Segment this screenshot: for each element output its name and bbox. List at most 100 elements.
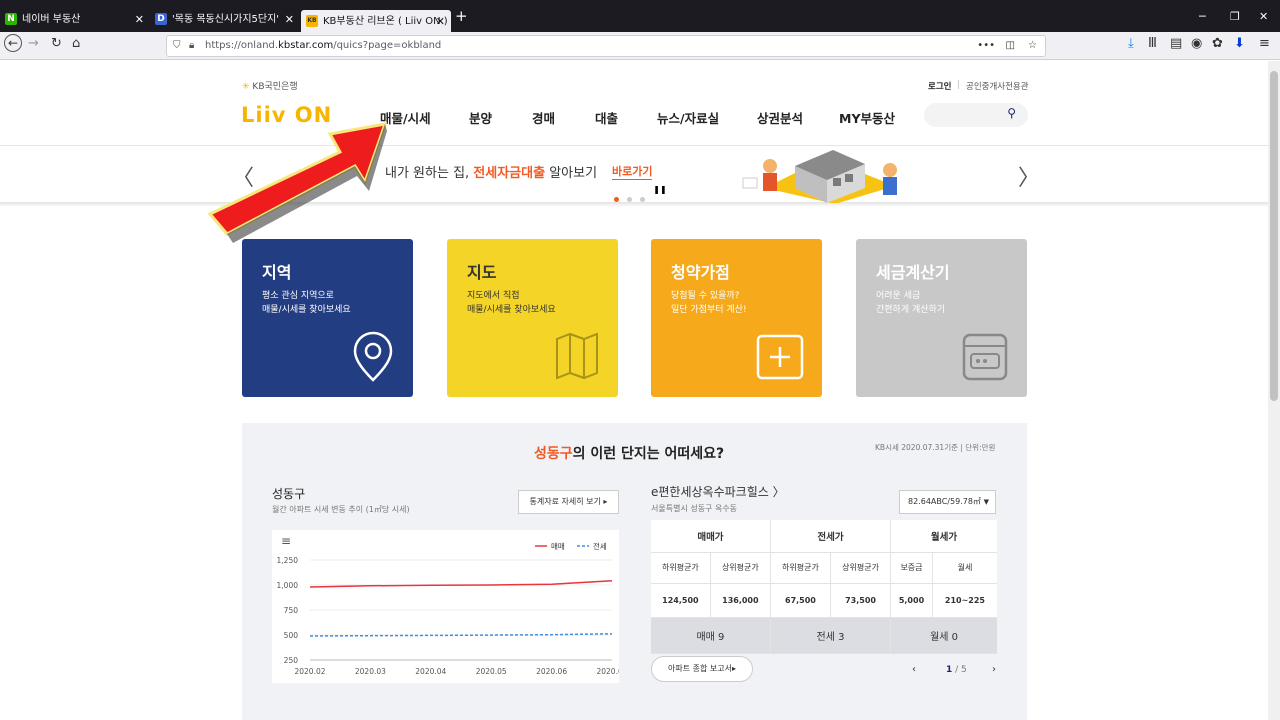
banner-link[interactable]: 바로가기 bbox=[612, 163, 653, 180]
x-tick-label: 2020.06 bbox=[536, 667, 567, 676]
close-tab-icon[interactable]: ✕ bbox=[285, 8, 294, 32]
close-tab-icon[interactable]: ✕ bbox=[135, 8, 144, 32]
chart-canvas: 250 500 750 1,000 1,250 2020.02 2020.03 2020.04… bbox=[277, 541, 619, 676]
scrollbar-thumb[interactable] bbox=[1270, 71, 1278, 401]
value-cell: 5,000 bbox=[890, 583, 933, 618]
page-scrollbar[interactable] bbox=[1268, 61, 1280, 720]
map-icon bbox=[556, 332, 598, 380]
stats-detail-button[interactable]: 통계자료 자세히 보기 ▸ bbox=[518, 490, 619, 514]
library-icon[interactable]: Ⅲ bbox=[1148, 36, 1157, 51]
account-icon[interactable]: ◉ bbox=[1191, 36, 1202, 51]
y-tick-label: 250 bbox=[284, 656, 299, 665]
subheader-cell: 하위평균가 bbox=[651, 552, 711, 584]
sidebar-icon[interactable]: ▤ bbox=[1170, 36, 1182, 51]
minimize-icon[interactable]: ─ bbox=[1199, 10, 1206, 23]
page-content: ✳ KB국민은행 Liiv ON 로그인 | 공인중개사전용관 매물/시세 분양… bbox=[0, 61, 1268, 720]
subheader-cell: 상위평균가 bbox=[830, 552, 892, 584]
d-favicon-icon: D bbox=[155, 13, 167, 25]
nav-item-loan[interactable]: 대출 bbox=[595, 108, 618, 127]
chevron-right-icon: ▸ bbox=[603, 497, 608, 506]
download-icon[interactable]: ⤓ bbox=[1128, 36, 1134, 51]
tab-kb-liivon[interactable]: KB KB부동산 리브온 ( Liiv ON ) ✕ bbox=[301, 10, 451, 32]
back-icon[interactable]: ← bbox=[4, 34, 22, 52]
card-map[interactable]: 지도 지도에서 직접 매물/시세를 찾아보세요 bbox=[447, 239, 618, 397]
login-link[interactable]: 로그인 bbox=[928, 80, 951, 92]
y-tick-label: 1,000 bbox=[277, 581, 299, 590]
x-tick-label: 2020.02 bbox=[294, 667, 325, 676]
reload-icon[interactable]: ↻ bbox=[51, 36, 62, 51]
chart-region-name: 성동구 bbox=[272, 487, 306, 501]
home-icon[interactable]: ⌂ bbox=[72, 36, 80, 51]
search-icon[interactable]: ⚲ bbox=[1007, 106, 1016, 120]
value-cell: 67,500 bbox=[770, 583, 831, 618]
complex-name-link[interactable]: e편한세상옥수파크힐스 〉 bbox=[651, 483, 785, 500]
menu-icon[interactable]: ≡ bbox=[1259, 36, 1270, 51]
url-text: https://onland.kbstar.com/quics?page=okb… bbox=[205, 40, 442, 51]
complex-address: 서울특별시 성동구 옥수동 bbox=[651, 504, 738, 513]
kb-favicon-icon: KB bbox=[306, 15, 318, 27]
nav-item-presale[interactable]: 분양 bbox=[469, 108, 492, 127]
kb-bank-logo[interactable]: ✳ KB국민은행 bbox=[242, 79, 298, 92]
card-title: 세금계산기 bbox=[876, 263, 950, 282]
new-tab-icon[interactable]: + bbox=[455, 7, 468, 25]
pagination-prev-icon[interactable]: ‹ bbox=[912, 664, 916, 675]
nav-item-auction[interactable]: 경매 bbox=[532, 108, 555, 127]
count-jeonse[interactable]: 전세 3 bbox=[770, 617, 892, 654]
nav-item-my-realestate[interactable]: MY부동산 bbox=[839, 108, 895, 127]
value-cell: 136,000 bbox=[710, 583, 771, 618]
y-tick-label: 750 bbox=[284, 606, 299, 615]
banner-next-arrow[interactable]: 〉 bbox=[1018, 160, 1040, 192]
extension-arrow-icon[interactable]: ⬇ bbox=[1234, 36, 1245, 51]
card-subscription-score[interactable]: 청약가점 당첨될 수 있을까? 일단 가점부터 계산! bbox=[651, 239, 822, 397]
value-cell: 210~225 bbox=[932, 583, 997, 618]
chevron-right-icon: 〉 bbox=[772, 485, 785, 499]
subheader-cell: 보증금 bbox=[890, 552, 933, 584]
card-tax-calculator[interactable]: 세금계산기 어려운 세금 간편하게 계산하기 bbox=[856, 239, 1027, 397]
banner-shadow bbox=[0, 203, 1268, 207]
section-title: 성동구의 이런 단지는 어떠세요? bbox=[534, 446, 725, 462]
plus-icon bbox=[756, 334, 804, 380]
chevron-right-icon: ▸ bbox=[731, 664, 736, 673]
browser-tab-bar: N 네이버 부동산 ✕ D '목동 목동신시가지5단지' 실거 ✕ KB KB부… bbox=[0, 0, 1280, 32]
x-tick-label: 2020.05 bbox=[476, 667, 507, 676]
nav-item-commercial[interactable]: 상권분석 bbox=[757, 108, 803, 127]
page-actions-icon[interactable]: ••• bbox=[977, 36, 995, 56]
card-description: 어려운 세금 간편하게 계산하기 bbox=[876, 291, 946, 315]
count-sale[interactable]: 매매 9 bbox=[651, 617, 771, 654]
card-region[interactable]: 지역 평소 관심 지역으로 매물/시세를 찾아보세요 bbox=[242, 239, 413, 397]
count-monthly[interactable]: 월세 0 bbox=[890, 617, 997, 654]
pause-icon: ❚❚ bbox=[653, 185, 667, 194]
url-bar[interactable]: ⛉ 🔒︎ https://onland.kbstar.com/quics?pag… bbox=[166, 35, 1046, 57]
forward-icon[interactable]: → bbox=[28, 36, 39, 51]
tab-mokdong[interactable]: D '목동 목동신시가지5단지' 실거 ✕ bbox=[150, 8, 300, 32]
nav-item-news[interactable]: 뉴스/자료실 bbox=[657, 108, 719, 127]
promo-banner: 〈 〉 내가 원하는 집, 전세자금대출 알아보기 바로가기 ❚❚ bbox=[0, 145, 1268, 204]
browser-nav-bar: ← → ↻ ⌂ ⛉ 🔒︎ https://onland.kbstar.com/q… bbox=[0, 32, 1280, 60]
bookmark-star-icon[interactable]: ☆ bbox=[1028, 36, 1037, 56]
price-trend-chart: ≡ 250 500 750 1,000 1,250 2020.02 2020.03 2020.… bbox=[272, 530, 619, 683]
card-description: 당첨될 수 있을까? 일단 가점부터 계산! bbox=[671, 291, 747, 315]
pocket-icon[interactable]: ◫ bbox=[1006, 36, 1015, 56]
y-tick-label: 500 bbox=[284, 631, 299, 640]
pagination: 1 / 5 bbox=[946, 665, 967, 675]
lock-icon: 🔒︎ bbox=[189, 40, 195, 51]
area-select[interactable]: 82.64ABC/59.78㎡ ▼ bbox=[899, 490, 996, 514]
y-tick-label: 1,250 bbox=[277, 556, 299, 565]
naver-favicon-icon: N bbox=[5, 13, 17, 25]
series-line-sale bbox=[309, 580, 613, 588]
tab-naver-realestate[interactable]: N 네이버 부동산 ✕ bbox=[0, 8, 150, 32]
close-window-icon[interactable]: ✕ bbox=[1259, 10, 1268, 23]
apartment-report-button[interactable]: 아파트 종합 보고서▸ bbox=[651, 656, 753, 682]
restore-icon[interactable]: ❐ bbox=[1230, 10, 1240, 23]
close-tab-icon[interactable]: ✕ bbox=[436, 10, 445, 32]
bank-name: KB국민은행 bbox=[252, 82, 298, 92]
agent-link[interactable]: 공인중개사전용관 bbox=[966, 80, 1029, 92]
search-input[interactable]: ⚲ bbox=[924, 103, 1028, 127]
pagination-next-icon[interactable]: › bbox=[992, 664, 996, 675]
price-table: 매매가 전세가 월세가 하위평균가 상위평균가 하위평균가 상위평균가 보증금 … bbox=[651, 520, 997, 654]
banner-text: 내가 원하는 집, 전세자금대출 알아보기 bbox=[385, 166, 598, 181]
location-pin-icon bbox=[353, 331, 393, 382]
divider: | bbox=[957, 80, 960, 90]
recommend-section: 성동구의 이런 단지는 어떠세요? KB시세 2020.07.31기준 | 단위… bbox=[242, 423, 1027, 720]
extension-icon[interactable]: ✿ bbox=[1212, 36, 1223, 51]
